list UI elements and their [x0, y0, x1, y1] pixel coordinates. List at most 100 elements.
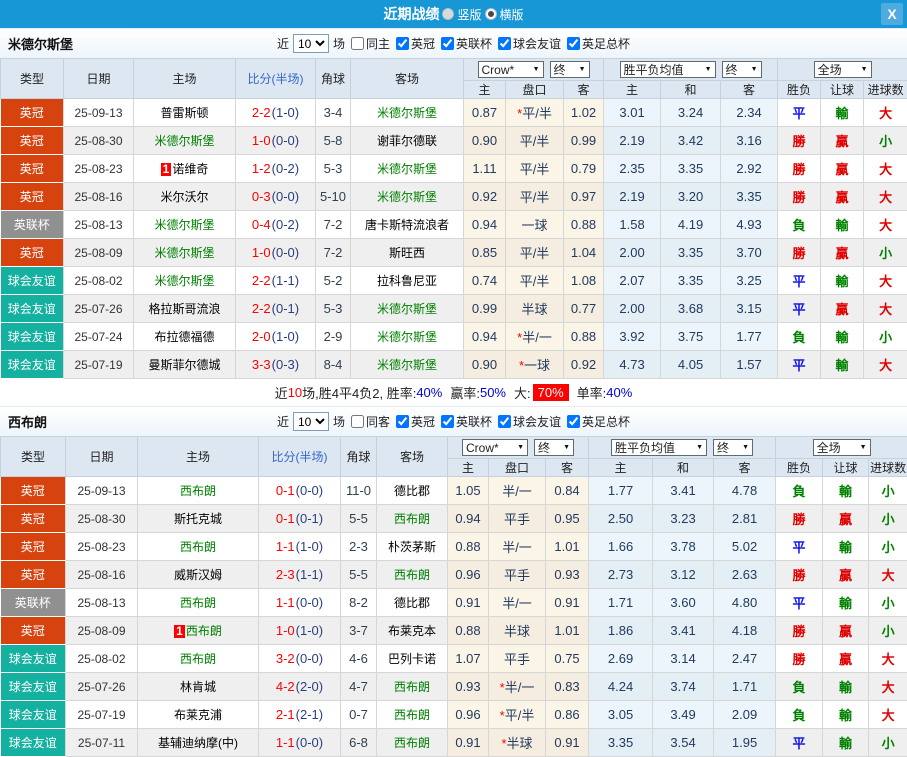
- radio-checked-icon: [485, 8, 497, 20]
- avg-final-select[interactable]: 终▼: [713, 439, 753, 456]
- score-cell: 1-1(0-0): [259, 729, 341, 757]
- scope-select[interactable]: 全场▼: [814, 61, 872, 78]
- league-type-badge: 英冠: [1, 127, 64, 155]
- scope-select-cell: 全场▼: [776, 437, 907, 459]
- avg-odds-select[interactable]: 胜平负均值▼: [611, 439, 707, 456]
- league-label: 英冠: [411, 35, 435, 52]
- result-cell: 平: [776, 729, 823, 757]
- away-team-name: 西布朗: [394, 568, 430, 582]
- same-venue-checkbox[interactable]: [351, 415, 364, 428]
- away-team-name: 米德尔斯堡: [377, 302, 437, 316]
- odds-final-select[interactable]: 终▼: [550, 61, 590, 78]
- same-venue-checkbox[interactable]: [351, 37, 364, 50]
- summary-games-count: 10: [288, 385, 302, 400]
- result-cell: 輸: [821, 267, 864, 295]
- column-header: 角球: [341, 437, 377, 477]
- odds-final-select[interactable]: 终▼: [534, 439, 574, 456]
- away-team: 布莱克本: [377, 617, 448, 645]
- line-changed-marker: *: [519, 358, 524, 373]
- result-handicap: 輸: [836, 218, 849, 233]
- odds-source-select-cell: Crow*▼ 终▼: [448, 437, 589, 459]
- horizontal-layout-radio[interactable]: 横版: [485, 6, 524, 23]
- match-date: 25-08-09: [66, 617, 138, 645]
- league-label: 球会友谊: [513, 413, 561, 430]
- league-type-badge: 英冠: [1, 505, 66, 533]
- subcolumn-header: 客: [564, 81, 604, 99]
- halftime-score: (1-0): [272, 105, 299, 120]
- avg-final-select-value: 终: [726, 61, 738, 78]
- away-odds: 0.93: [546, 561, 589, 589]
- match-row: 球会友谊25-07-19布莱克浦2-1(2-1)0-7西布朗0.96*平/半0.…: [1, 701, 907, 729]
- avg-away-odds: 3.70: [721, 239, 778, 267]
- result-handicap: 贏: [836, 302, 849, 317]
- dropdown-arrow-icon: ▼: [861, 66, 868, 73]
- away-odds: 1.04: [564, 239, 604, 267]
- vertical-layout-radio[interactable]: 竖版: [442, 6, 481, 23]
- match-row: 英冠25-08-16威斯汉姆2-3(1-1)5-5西布朗0.96平手0.932.…: [1, 561, 907, 589]
- league-checkbox-3[interactable]: [498, 415, 511, 428]
- fulltime-score: 2-2: [252, 273, 271, 288]
- avg-draw-odds: 3.23: [653, 505, 714, 533]
- league-type-badge: 英冠: [1, 561, 66, 589]
- vertical-layout-label: 竖版: [457, 6, 481, 23]
- result-cell: 勝: [776, 617, 823, 645]
- match-row: 英联杯25-08-13西布朗1-1(0-0)8-2德比郡0.91半/一0.911…: [1, 589, 907, 617]
- avg-odds-select[interactable]: 胜平负均值▼: [620, 61, 716, 78]
- league-type-badge: 球会友谊: [1, 267, 64, 295]
- league-checkbox-4[interactable]: [567, 37, 580, 50]
- home-odds: 0.90: [464, 351, 506, 379]
- result-cell: 負: [776, 673, 823, 701]
- odds-source-select[interactable]: Crow*▼: [462, 439, 528, 456]
- home-team: 西布朗: [138, 533, 259, 561]
- league-label: 英联杯: [456, 413, 492, 430]
- fulltime-score: 1-2: [252, 161, 271, 176]
- line-changed-marker: *: [500, 708, 505, 723]
- result-cell: 大: [864, 267, 907, 295]
- avg-final-select[interactable]: 终▼: [722, 61, 762, 78]
- match-row: 英联杯25-08-13米德尔斯堡0-4(0-2)7-2唐卡斯特流浪者0.94一球…: [1, 211, 907, 239]
- match-date: 25-07-26: [64, 295, 134, 323]
- odds-source-select[interactable]: Crow*▼: [478, 61, 544, 78]
- halftime-score: (1-0): [272, 329, 299, 344]
- halftime-score: (0-0): [296, 595, 323, 610]
- close-button[interactable]: X: [881, 3, 903, 25]
- result-outcome: 平: [793, 540, 806, 555]
- fulltime-score: 1-0: [276, 623, 295, 638]
- single-rate-value: 40%: [606, 385, 632, 400]
- league-checkbox-1[interactable]: [396, 37, 409, 50]
- home-team: 林肯城: [138, 673, 259, 701]
- league-checkbox-1[interactable]: [396, 415, 409, 428]
- avg-home-odds: 3.92: [604, 323, 661, 351]
- league-checkbox-4[interactable]: [567, 415, 580, 428]
- games-count-select[interactable]: 10: [293, 34, 329, 53]
- league-checkbox-2[interactable]: [441, 37, 454, 50]
- league-type-badge: 英冠: [1, 155, 64, 183]
- away-team-name: 西布朗: [394, 736, 430, 750]
- handicap-line: 平手: [489, 561, 546, 589]
- result-handicap: 輸: [839, 484, 852, 499]
- corner-count: 5-8: [316, 127, 351, 155]
- away-team: 米德尔斯堡: [351, 99, 464, 127]
- avg-draw-odds: 3.35: [661, 239, 721, 267]
- score-cell: 2-2(1-1): [236, 267, 316, 295]
- scope-select[interactable]: 全场▼: [813, 439, 871, 456]
- league-checkbox-2[interactable]: [441, 415, 454, 428]
- result-cell: 平: [776, 533, 823, 561]
- result-handicap: 輸: [839, 680, 852, 695]
- handicap-line: *半/一: [489, 673, 546, 701]
- avg-draw-odds: 4.05: [661, 351, 721, 379]
- result-outcome: 負: [793, 218, 806, 233]
- avg-away-odds: 1.71: [714, 673, 776, 701]
- match-date: 25-09-13: [66, 477, 138, 505]
- near-label: 近: [277, 35, 289, 52]
- subcolumn-header: 进球数: [864, 81, 907, 99]
- avg-select-cell: 胜平负均值▼ 终▼: [589, 437, 776, 459]
- games-count-select[interactable]: 10: [293, 412, 329, 431]
- corner-count: 8-2: [341, 589, 377, 617]
- score-cell: 0-3(0-0): [236, 183, 316, 211]
- fulltime-score: 2-1: [276, 707, 295, 722]
- league-checkbox-3[interactable]: [498, 37, 511, 50]
- summary-prefix: 近: [275, 383, 288, 402]
- result-cell: 勝: [776, 505, 823, 533]
- avg-away-odds: 4.93: [721, 211, 778, 239]
